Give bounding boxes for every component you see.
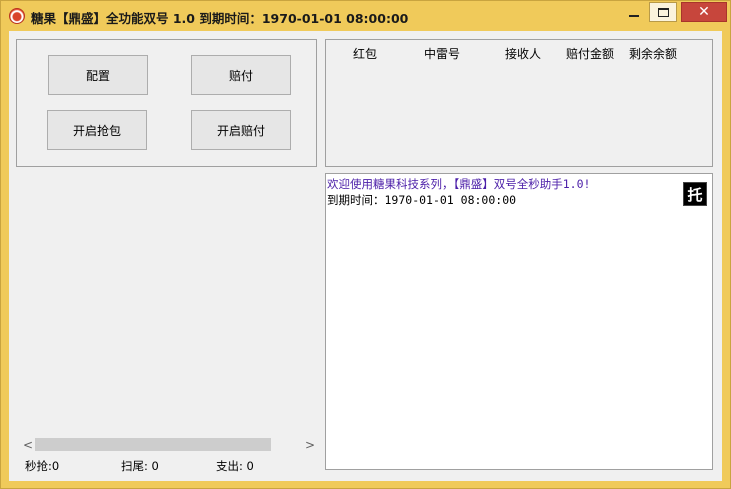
title-bar[interactable]: 糖果【鼎盛】全功能双号 1.0 到期时间：1970-01-01 08:00:00…	[1, 1, 730, 31]
window-title: 糖果【鼎盛】全功能双号 1.0 到期时间：1970-01-01 08:00:00	[31, 11, 409, 26]
minimize-icon	[629, 15, 639, 17]
maximize-icon	[657, 7, 669, 17]
maximize-button[interactable]	[649, 2, 677, 22]
column-header-hit-number[interactable]: 中雷号	[424, 45, 460, 62]
close-button[interactable]: ✕	[681, 2, 727, 22]
pay-button[interactable]: 赔付	[191, 55, 291, 95]
log-line: 欢迎使用糖果科技系列，【鼎盛】双号全秒助手1.0!	[327, 177, 591, 191]
start-grab-button[interactable]: 开启抢包	[47, 110, 147, 150]
grab-count-label: 秒抢:0	[25, 459, 60, 473]
main-window: 糖果【鼎盛】全功能双号 1.0 到期时间：1970-01-01 08:00:00…	[0, 0, 731, 489]
tail-count-label: 扫尾: 0	[121, 459, 159, 473]
payout-list[interactable]: 红包 中雷号 接收人 赔付金额 剩余余额	[325, 39, 713, 167]
close-icon: ✕	[698, 4, 710, 20]
log-textbox[interactable]: 欢迎使用糖果科技系列，【鼎盛】双号全秒助手1.0! 到期时间：1970-01-0…	[325, 173, 713, 470]
client-area: 配置 赔付 开启抢包 开启赔付 红包 中雷号 接收人 赔付金额 剩余余额 欢迎使…	[9, 31, 722, 481]
column-header-remaining-balance[interactable]: 剩余余额	[629, 45, 677, 62]
column-header-red-packet[interactable]: 红包	[353, 45, 377, 62]
column-header-payout-amount[interactable]: 赔付金额	[566, 45, 614, 62]
expense-label: 支出: 0	[216, 459, 254, 473]
app-logo-icon	[9, 8, 25, 24]
scroll-right-arrow-icon[interactable]: >	[303, 436, 317, 453]
config-button[interactable]: 配置	[48, 55, 148, 95]
minimize-button[interactable]	[621, 1, 647, 23]
start-pay-button[interactable]: 开启赔付	[191, 110, 291, 150]
log-line: 到期时间：1970-01-01 08:00:00	[327, 193, 517, 207]
tray-badge-icon[interactable]: 托	[683, 182, 707, 206]
control-group: 配置 赔付 开启抢包 开启赔付	[16, 39, 317, 167]
scrollbar-thumb[interactable]	[35, 438, 271, 451]
column-header-receiver[interactable]: 接收人	[505, 45, 541, 62]
scroll-left-arrow-icon[interactable]: <	[21, 436, 35, 453]
horizontal-scrollbar[interactable]: < >	[21, 436, 315, 453]
